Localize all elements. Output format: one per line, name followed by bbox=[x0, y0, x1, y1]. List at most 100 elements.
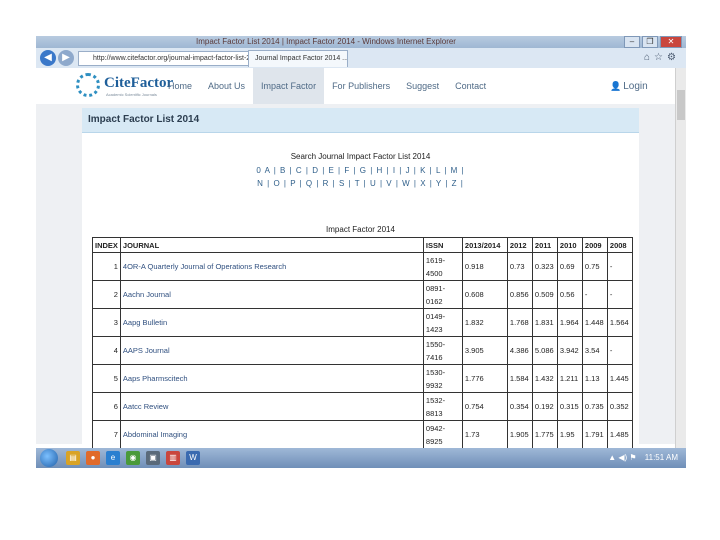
cell-index: 6 bbox=[92, 392, 121, 421]
cell-v2013: 1.73 bbox=[461, 420, 508, 449]
col-index: INDEX bbox=[92, 237, 121, 253]
cell-v2011: 0.192 bbox=[531, 392, 558, 421]
cell-journal[interactable]: Aaps Pharmscitech bbox=[119, 364, 424, 393]
cell-v2011: 1.432 bbox=[531, 364, 558, 393]
cell-v2010: 1.211 bbox=[556, 364, 583, 393]
cell-index: 5 bbox=[92, 364, 121, 393]
cell-v2013: 1.832 bbox=[461, 308, 508, 337]
cell-v2013: 3.905 bbox=[461, 336, 508, 365]
search-title: Search Journal Impact Factor List 2014 bbox=[290, 152, 431, 161]
menu-for-publishers[interactable]: For Publishers bbox=[324, 68, 398, 104]
cell-v2012: 0.856 bbox=[506, 280, 533, 309]
table-row: 5 Aaps Pharmscitech 1530-9932 1.776 1.584 1.4… bbox=[92, 364, 633, 393]
word-icon[interactable]: W bbox=[186, 451, 200, 465]
cell-v2011: 1.831 bbox=[531, 308, 558, 337]
menu-about-us[interactable]: About Us bbox=[200, 68, 253, 104]
table-header-row: INDEX JOURNAL ISSN 2013/2014 2012 2011 2… bbox=[92, 237, 633, 253]
cell-v2009: 0.75 bbox=[581, 252, 608, 281]
user-icon: 👤 bbox=[610, 81, 622, 91]
impact-factor-table: INDEX JOURNAL ISSN 2013/2014 2012 2011 2… bbox=[92, 237, 633, 449]
firefox-icon[interactable]: ● bbox=[86, 451, 100, 465]
col-2011: 2011 bbox=[531, 237, 558, 253]
table-row: 1 4OR-A Quarterly Journal of Operations R… bbox=[92, 252, 633, 281]
col-2013-2014: 2013/2014 bbox=[461, 237, 508, 253]
cell-v2013: 0.918 bbox=[461, 252, 508, 281]
cell-v2010: 3.942 bbox=[556, 336, 583, 365]
table-row: 4 AAPS Journal 1550-7416 3.905 4.386 5.086 3.9… bbox=[92, 336, 633, 365]
cell-v2008: 1.564 bbox=[606, 308, 633, 337]
screenshot-frame: Impact Factor List 2014 | Impact Factor … bbox=[36, 36, 686, 468]
cell-v2012: 0.354 bbox=[506, 392, 533, 421]
menu-contact[interactable]: Contact bbox=[447, 68, 494, 104]
windows-taskbar: ▤ ● e ◉ ▣ ▥ W ▲ ◀) ⚑ 11:51 AM bbox=[36, 448, 686, 468]
window-title: Impact Factor List 2014 | Impact Factor … bbox=[196, 37, 456, 46]
cell-v2012: 4.386 bbox=[506, 336, 533, 365]
browser-tools-icons[interactable]: ⌂☆⚙ bbox=[644, 52, 680, 63]
cell-v2011: 1.775 bbox=[531, 420, 558, 449]
back-arrow-icon[interactable]: ◀ bbox=[40, 50, 56, 66]
alphabet-links-row-2[interactable]: N | O | P | Q | R | S | T | U | V | W | … bbox=[82, 179, 639, 188]
window-titlebar: Impact Factor List 2014 | Impact Factor … bbox=[36, 36, 686, 48]
cell-v2011: 5.086 bbox=[531, 336, 558, 365]
cell-journal[interactable]: 4OR-A Quarterly Journal of Operations Re… bbox=[119, 252, 424, 281]
cell-issn: 1530-9932 bbox=[422, 364, 463, 393]
scrollbar-thumb[interactable] bbox=[677, 90, 685, 120]
panel-title: Impact Factor List 2014 bbox=[82, 108, 639, 133]
browser-tab[interactable]: Journal Impact Factor 2014 ... bbox=[248, 50, 348, 67]
col-2010: 2010 bbox=[556, 237, 583, 253]
table-row: 6 Aatcc Review 1532-8813 0.754 0.354 0.192 0.3… bbox=[92, 392, 633, 421]
cell-v2012: 1.768 bbox=[506, 308, 533, 337]
cell-v2009: 1.791 bbox=[581, 420, 608, 449]
menu-suggest[interactable]: Suggest bbox=[398, 68, 447, 104]
app-icon[interactable]: ▣ bbox=[146, 451, 160, 465]
cell-v2013: 1.776 bbox=[461, 364, 508, 393]
cell-journal[interactable]: Aapg Bulletin bbox=[119, 308, 424, 337]
address-bar: ◀ ▶ http://www.citefactor.org/journal-im… bbox=[36, 48, 686, 69]
cell-v2013: 0.754 bbox=[461, 392, 508, 421]
table-row: 7 Abdominal Imaging 0942-8925 1.73 1.905 1.77… bbox=[92, 420, 633, 449]
close-button[interactable]: ✕ bbox=[660, 36, 682, 48]
menu-impact-factor[interactable]: Impact Factor bbox=[253, 68, 325, 104]
cell-v2009: 1.13 bbox=[581, 364, 608, 393]
cell-v2010: 0.69 bbox=[556, 252, 583, 281]
clock[interactable]: 11:51 AM bbox=[645, 453, 678, 462]
tray-icons[interactable]: ▲ ◀) ⚑ bbox=[608, 453, 636, 462]
cell-index: 3 bbox=[92, 308, 121, 337]
pdf-icon[interactable]: ▥ bbox=[166, 451, 180, 465]
cell-journal[interactable]: Aatcc Review bbox=[119, 392, 424, 421]
internet-explorer-icon[interactable]: e bbox=[106, 451, 120, 465]
cell-v2008: 1.485 bbox=[606, 420, 633, 449]
col-2008: 2008 bbox=[606, 237, 633, 253]
menu-home[interactable]: Home bbox=[160, 68, 200, 104]
table-row: 3 Aapg Bulletin 0149-1423 1.832 1.768 1.831 1.… bbox=[92, 308, 633, 337]
main-menu: Home About Us Impact Factor For Publishe… bbox=[160, 68, 494, 104]
system-tray: ▲ ◀) ⚑ 11:51 AM bbox=[608, 453, 678, 462]
forward-arrow-icon[interactable]: ▶ bbox=[58, 50, 74, 66]
cell-journal[interactable]: Aachn Journal bbox=[119, 280, 424, 309]
cell-journal[interactable]: AAPS Journal bbox=[119, 336, 424, 365]
cell-index: 1 bbox=[92, 252, 121, 281]
cell-v2010: 0.56 bbox=[556, 280, 583, 309]
url-input[interactable]: http://www.citefactor.org/journal-impact… bbox=[78, 51, 258, 66]
col-issn: ISSN bbox=[422, 237, 463, 253]
cell-journal[interactable]: Abdominal Imaging bbox=[119, 420, 424, 449]
content-area: Impact Factor List 2014 Search Journal I… bbox=[36, 104, 676, 449]
cell-index: 7 bbox=[92, 420, 121, 449]
col-2012: 2012 bbox=[506, 237, 533, 253]
col-journal: JOURNAL bbox=[119, 237, 424, 253]
chrome-icon[interactable]: ◉ bbox=[126, 451, 140, 465]
login-link[interactable]: 👤 Login bbox=[610, 68, 648, 105]
maximize-button[interactable]: ❐ bbox=[642, 36, 658, 48]
minimize-button[interactable]: – bbox=[624, 36, 640, 48]
folder-icon[interactable]: ▤ bbox=[66, 451, 80, 465]
start-button[interactable] bbox=[40, 449, 58, 467]
cell-v2008: - bbox=[606, 280, 633, 309]
cell-v2013: 0.608 bbox=[461, 280, 508, 309]
alphabet-links-row-1[interactable]: 0 A | B | C | D | E | F | G | H | I | J … bbox=[82, 166, 639, 175]
cell-issn: 1532-8813 bbox=[422, 392, 463, 421]
cell-v2009: 1.448 bbox=[581, 308, 608, 337]
cell-v2008: - bbox=[606, 336, 633, 365]
table-title: Impact Factor 2014 bbox=[326, 225, 395, 234]
vertical-scrollbar[interactable] bbox=[675, 68, 686, 448]
cell-v2010: 1.964 bbox=[556, 308, 583, 337]
